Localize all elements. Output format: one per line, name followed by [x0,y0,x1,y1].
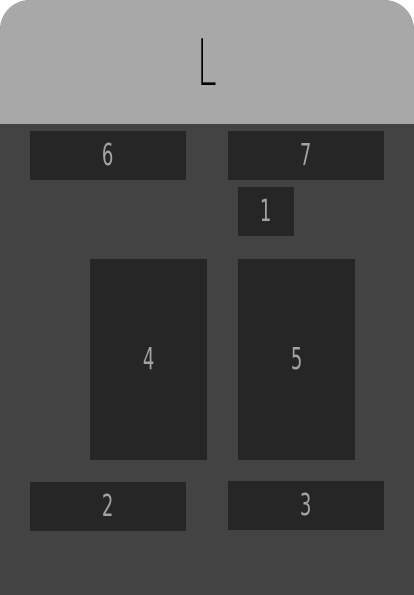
slot-number: 3 [300,487,312,523]
layout-card: L 6 7 1 4 5 2 3 [0,0,414,595]
slot-5[interactable]: 5 [238,259,355,460]
slot-number: 4 [142,341,155,377]
slot-number: 5 [290,341,303,377]
slot-1[interactable]: 1 [238,187,294,236]
slot-2[interactable]: 2 [30,482,186,531]
header-letter: L [197,27,217,101]
slot-number: 2 [102,488,114,524]
card-header: L [0,0,414,124]
slot-4[interactable]: 4 [90,259,207,460]
slot-number: 7 [300,137,312,173]
slot-number: 6 [102,137,114,173]
slot-6[interactable]: 6 [30,131,186,180]
slot-number: 1 [260,193,272,229]
slot-7[interactable]: 7 [228,131,384,180]
slot-3[interactable]: 3 [228,481,384,530]
